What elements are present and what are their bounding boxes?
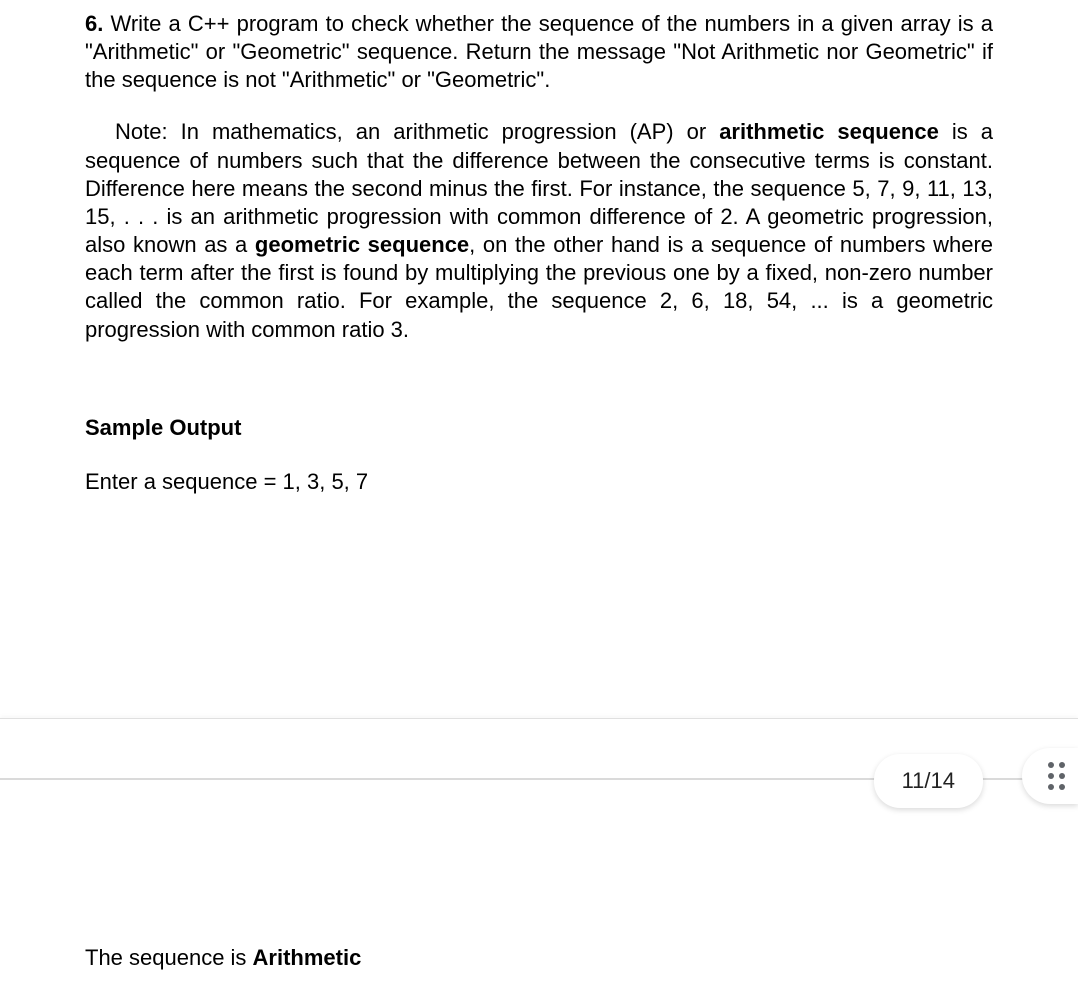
note-bold-geometric: geometric sequence <box>255 232 469 257</box>
sample-input-line: Enter a sequence = 1, 3, 5, 7 <box>85 468 993 496</box>
note-bold-arithmetic: arithmetic sequence <box>719 119 939 144</box>
note-prefix: Note: In mathematics, an arithmetic prog… <box>115 119 719 144</box>
document-page: 6. Write a C++ program to check whether … <box>0 0 1078 496</box>
more-options-icon <box>1048 762 1065 790</box>
question-number: 6. <box>85 11 103 36</box>
result-value: Arithmetic <box>253 945 362 970</box>
sample-output-heading: Sample Output <box>85 414 993 442</box>
result-prefix: The sequence is <box>85 945 253 970</box>
sample-output-result: The sequence is Arithmetic <box>85 945 361 971</box>
note-paragraph: Note: In mathematics, an arithmetic prog… <box>85 118 993 343</box>
page-indicator[interactable]: 11/14 <box>874 754 983 808</box>
more-options-button[interactable] <box>1022 748 1078 804</box>
question-text: Write a C++ program to check whether the… <box>85 11 993 92</box>
question-paragraph: 6. Write a C++ program to check whether … <box>85 10 993 94</box>
